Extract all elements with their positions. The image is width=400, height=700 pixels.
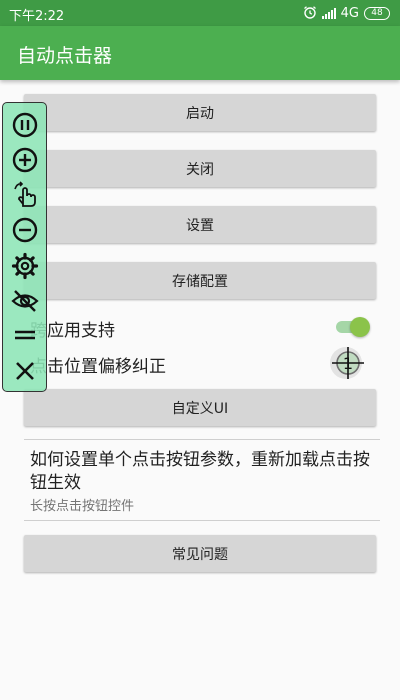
save-config-button[interactable]: 存储配置 bbox=[24, 262, 376, 299]
custom-ui-button[interactable]: 自定义UI bbox=[24, 389, 376, 426]
switch-thumb bbox=[350, 317, 370, 337]
remove-icon[interactable] bbox=[11, 216, 39, 244]
alarm-icon bbox=[303, 5, 317, 22]
signal-icon bbox=[321, 7, 336, 19]
faq-button[interactable]: 常见问题 bbox=[24, 535, 376, 572]
app-bar: 自动点击器 bbox=[0, 26, 400, 80]
swipe-hand-icon[interactable] bbox=[11, 180, 39, 208]
cross-app-support-switch[interactable] bbox=[334, 317, 370, 337]
close-button[interactable]: 关闭 bbox=[24, 150, 376, 187]
help-subtitle: 长按点击按钮控件 bbox=[30, 499, 135, 514]
gear-icon[interactable] bbox=[11, 252, 39, 280]
status-bar: 下午2:22 4G 48 bbox=[0, 0, 400, 26]
status-icons: 4G 48 bbox=[303, 4, 390, 22]
target-number: 1 bbox=[343, 354, 353, 373]
offset-correction-label: 点击位置偏移纠正 bbox=[30, 357, 166, 377]
settings-button[interactable]: 设置 bbox=[24, 206, 376, 243]
divider-bottom bbox=[24, 520, 380, 521]
add-icon[interactable] bbox=[11, 146, 39, 174]
status-time: 下午2:22 bbox=[9, 9, 65, 24]
eye-off-icon[interactable] bbox=[11, 287, 39, 315]
crosshair-icon: 1 bbox=[330, 347, 364, 379]
pause-icon[interactable] bbox=[11, 111, 39, 139]
network-type: 4G bbox=[340, 5, 359, 21]
divider-top bbox=[24, 439, 380, 440]
floating-toolbar bbox=[2, 102, 47, 392]
start-button[interactable]: 启动 bbox=[24, 94, 376, 131]
drag-handle-icon[interactable] bbox=[11, 321, 39, 349]
offset-target[interactable]: 1 bbox=[326, 344, 370, 382]
battery-icon: 48 bbox=[364, 6, 390, 20]
close-icon[interactable] bbox=[11, 357, 39, 385]
app-title: 自动点击器 bbox=[17, 45, 113, 67]
help-title: 如何设置单个点击按钮参数，重新加载点击按钮生效 bbox=[30, 450, 370, 493]
